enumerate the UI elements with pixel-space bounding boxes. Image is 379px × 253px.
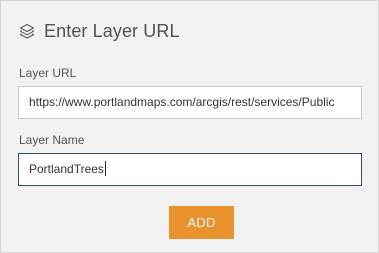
layer-name-label: Layer Name [19, 133, 85, 147]
layer-url-value: https://www.portlandmaps.com/arcgis/rest… [29, 95, 335, 109]
add-layer-panel: Enter Layer URL Layer URL https://www.po… [0, 0, 379, 253]
layer-url-input[interactable]: https://www.portlandmaps.com/arcgis/rest… [18, 86, 362, 119]
panel-title: Enter Layer URL [44, 20, 180, 41]
layer-name-input[interactable]: PortlandTrees [18, 153, 362, 186]
layer-name-value: PortlandTrees [29, 162, 104, 176]
layers-icon [18, 22, 36, 40]
add-button[interactable]: ADD [169, 206, 234, 239]
text-caret [104, 161, 106, 177]
panel-header: Enter Layer URL [18, 20, 180, 42]
layer-url-label: Layer URL [19, 66, 77, 80]
